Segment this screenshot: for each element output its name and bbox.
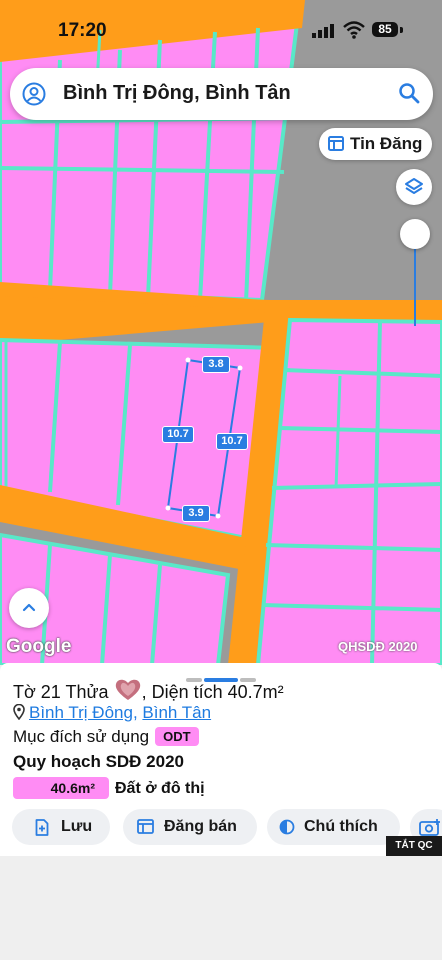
purpose-row: Mục đích sử dụng ODT — [13, 727, 199, 747]
chevron-up-icon — [22, 603, 36, 612]
plan-title: Quy hoạch SDĐ 2020 — [13, 752, 185, 771]
location-separator: , — [132, 703, 143, 722]
parcel-location: Bình Trị Đông, Bình Tân — [13, 703, 211, 723]
ward-link[interactable]: Bình Trị Đông — [29, 703, 133, 722]
empty-area — [0, 856, 442, 960]
status-bar: 17:20 85 — [0, 0, 442, 60]
parcel-block-right — [255, 317, 442, 665]
dimension-label-left: 10.7 — [162, 426, 194, 443]
add-document-icon — [35, 819, 49, 836]
listings-button[interactable]: Tin Đăng — [319, 128, 432, 160]
listings-icon — [328, 136, 344, 151]
plan-row: 40.6m² Đất ở đô thị — [13, 777, 205, 801]
opacity-slider-thumb[interactable] — [400, 219, 430, 249]
dimension-label-right: 10.7 — [216, 433, 248, 450]
post-sale-button[interactable]: Đăng bán — [123, 809, 257, 845]
layers-button[interactable] — [396, 169, 432, 205]
hide-ads-badge[interactable]: TẮT QC — [386, 836, 442, 856]
purpose-label: Mục đích sử dụng — [13, 727, 150, 746]
expand-button[interactable] — [9, 588, 49, 628]
legend-label: Chú thích — [304, 818, 378, 835]
wifi-icon — [343, 21, 365, 39]
battery-icon: 85 — [372, 22, 398, 37]
battery-tip — [400, 27, 403, 33]
parcel-title-prefix: Tờ 21 Thửa — [13, 682, 109, 702]
add-photo-icon — [419, 819, 440, 836]
legend-button[interactable]: Chú thích — [267, 809, 400, 845]
plan-area-bar: 40.6m² — [13, 777, 109, 799]
search-bar[interactable]: Bình Trị Đông, Bình Tân — [10, 68, 433, 120]
map-layer-label: QHSDĐ 2020 — [338, 639, 418, 654]
save-label: Lưu — [61, 818, 93, 835]
search-query[interactable]: Bình Trị Đông, Bình Tân — [63, 82, 291, 105]
purpose-badge: ODT — [155, 727, 199, 746]
layers-icon — [405, 178, 423, 194]
district-link[interactable]: Bình Tân — [142, 703, 211, 722]
plan-type: Đất ở đô thị — [115, 780, 205, 797]
cellular-signal-icon — [312, 24, 334, 38]
post-sale-label: Đăng bán — [164, 818, 237, 835]
parcel-info-sheet: Tờ 21 Thửa , Diện tích 40.7m² Bình Trị Đ… — [0, 663, 442, 856]
heart-sticker-icon — [115, 679, 140, 700]
status-time: 17:20 — [58, 20, 107, 41]
search-icon[interactable] — [398, 82, 420, 104]
listings-label: Tin Đăng — [350, 134, 423, 153]
save-button[interactable]: Lưu — [12, 809, 110, 845]
location-pin-icon — [13, 704, 25, 720]
opacity-slider-track[interactable] — [414, 240, 416, 326]
listings-icon — [137, 819, 154, 834]
user-icon[interactable] — [22, 82, 46, 106]
dimension-label-bottom: 3.9 — [182, 505, 210, 522]
parcel-title: Tờ 21 Thửa , Diện tích 40.7m² — [13, 678, 284, 703]
contrast-icon — [279, 819, 295, 835]
dimension-label-top: 3.8 — [202, 356, 230, 373]
parcel-title-suffix: , Diện tích 40.7m² — [141, 682, 284, 702]
plan-area-value: 40.6m² — [50, 780, 95, 796]
google-logo: Google — [6, 636, 72, 657]
